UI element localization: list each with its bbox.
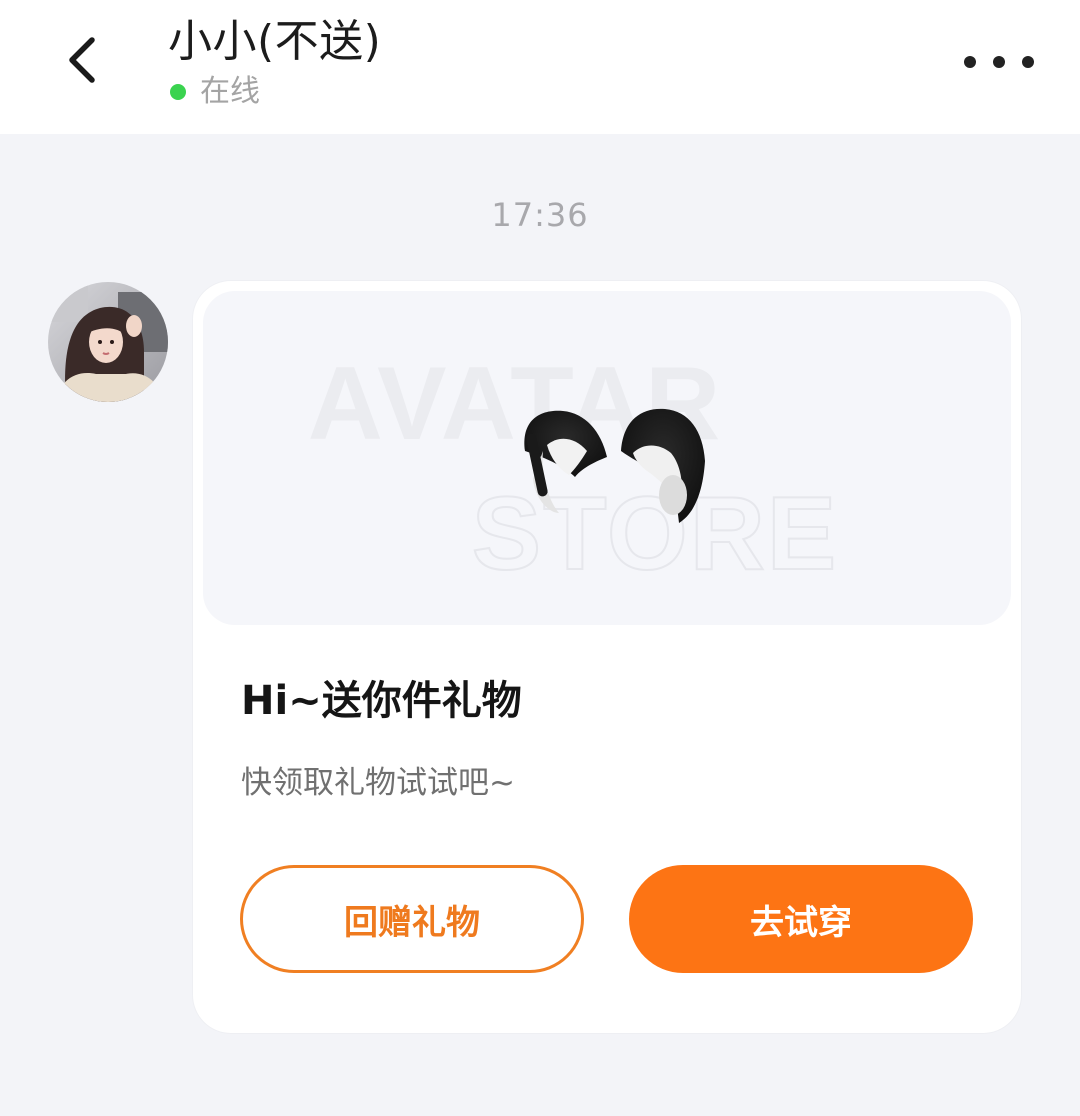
more-dot-icon xyxy=(1022,56,1034,68)
chat-header: 小小(不送) 在线 xyxy=(0,0,1080,134)
gift-preview: AVATAR STORE xyxy=(203,291,1011,625)
gift-preview-image: AVATAR STORE xyxy=(308,346,838,593)
try-on-button[interactable]: 去试穿 xyxy=(629,865,973,973)
return-gift-button[interactable]: 回赠礼物 xyxy=(240,865,584,973)
message-timestamp: 17:36 xyxy=(491,196,589,234)
gift-subtitle: 快领取礼物试试吧~ xyxy=(241,765,515,801)
online-status: 在线 xyxy=(168,74,381,110)
sender-avatar[interactable] xyxy=(48,282,168,402)
gift-title: Hi~送你件礼物 xyxy=(241,678,522,724)
chevron-left-icon xyxy=(69,37,95,83)
back-button[interactable] xyxy=(50,28,114,92)
online-dot-icon xyxy=(170,84,186,100)
status-text: 在线 xyxy=(200,74,260,109)
avatar-image xyxy=(48,282,168,402)
chat-title: 小小(不送) xyxy=(168,16,382,67)
chat-screen: 小小(不送) 在线 17:36 AVATAR STORE Hi~送你件礼物 快领… xyxy=(0,0,1080,1116)
watermark-store: STORE xyxy=(472,476,838,592)
more-options-button[interactable] xyxy=(964,40,1034,84)
gift-message-card[interactable]: AVATAR STORE Hi~送你件礼物 快领取礼物试试吧~ 回赠礼物 去试穿 xyxy=(193,281,1021,1033)
more-dot-icon xyxy=(964,56,976,68)
more-dot-icon xyxy=(993,56,1005,68)
chat-title-block: 小小(不送) 在线 xyxy=(168,14,381,110)
